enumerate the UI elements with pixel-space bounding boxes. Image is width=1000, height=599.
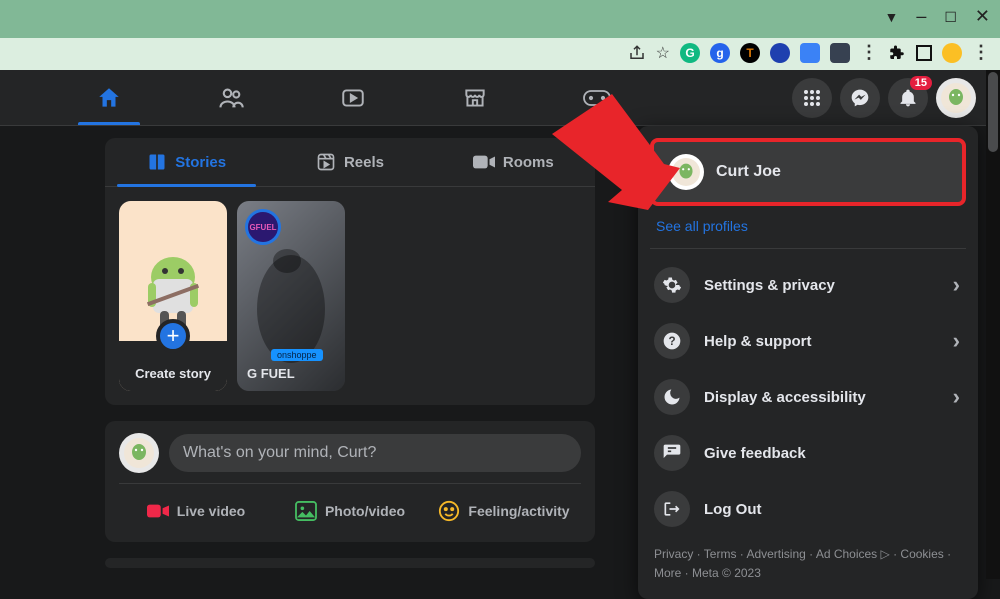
menu-item-label: Display & accessibility <box>704 389 866 406</box>
profile-card[interactable]: Curt Joe <box>650 138 966 206</box>
main-area: Stories Reels Rooms <box>0 126 1000 568</box>
feed-column: Stories Reels Rooms <box>105 138 595 568</box>
ext-t-icon[interactable]: T <box>740 43 760 63</box>
chevron-right-icon: › <box>953 384 960 410</box>
stories-card: Stories Reels Rooms <box>105 138 595 405</box>
ext-square-icon[interactable] <box>916 45 932 61</box>
scrollbar-thumb[interactable] <box>988 72 998 152</box>
story-tabs: Stories Reels Rooms <box>105 138 595 187</box>
stories-tab-label: Stories <box>175 154 226 171</box>
story-tag: onshoppe <box>271 349 323 361</box>
notifications-button[interactable]: 15 <box>888 78 928 118</box>
feeling-button[interactable]: Feeling/activity <box>427 492 581 530</box>
logout-item[interactable]: Log Out <box>650 481 966 537</box>
feedback-icon <box>654 435 690 471</box>
browser-toolbar: ☆ G g T ⋮ ⋮ <box>0 38 1000 70</box>
window-dropdown-icon[interactable]: ▼ <box>884 9 898 27</box>
browser-profile-avatar[interactable] <box>942 43 962 63</box>
tab-gaming[interactable] <box>566 70 628 125</box>
help-support-item[interactable]: ? Help & support › <box>650 313 966 369</box>
window-close-icon[interactable]: ✕ <box>975 6 990 27</box>
composer-card: What's on your mind, Curt? Live video Ph… <box>105 421 595 542</box>
rooms-tab-label: Rooms <box>503 154 554 171</box>
tab-watch[interactable] <box>322 70 384 125</box>
account-menu: Curt Joe See all profiles Settings & pri… <box>638 126 978 599</box>
star-icon[interactable]: ☆ <box>656 43 670 63</box>
display-accessibility-item[interactable]: Display & accessibility › <box>650 369 966 425</box>
menu-item-label: Help & support <box>704 333 812 350</box>
tab-friends[interactable] <box>200 70 262 125</box>
story-card-gfuel[interactable]: GFUEL onshoppe G FUEL <box>237 201 345 391</box>
see-all-profiles-link[interactable]: See all profiles <box>650 206 966 249</box>
footer-links: Privacy · Terms · Advertising · Ad Choic… <box>650 537 966 587</box>
menu-item-label: Log Out <box>704 501 761 518</box>
stories-row: + Create story GFUEL onshoppe G FUEL <box>105 187 595 405</box>
feeling-label: Feeling/activity <box>468 503 569 519</box>
photo-video-label: Photo/video <box>325 503 405 519</box>
footer-text[interactable]: Privacy · Terms · Advertising · Ad Choic… <box>654 547 951 580</box>
stories-tab[interactable]: Stories <box>105 138 268 186</box>
next-card-peek <box>105 558 595 568</box>
tab-home[interactable] <box>78 70 140 125</box>
live-video-label: Live video <box>177 503 245 519</box>
browser-extensions: ☆ G g T ⋮ ⋮ <box>628 42 990 63</box>
chevron-right-icon: › <box>953 328 960 354</box>
ext-grammarly-icon[interactable]: G <box>680 43 700 63</box>
ext-blue-icon[interactable] <box>800 43 820 63</box>
tab-marketplace[interactable] <box>444 70 506 125</box>
composer-avatar[interactable] <box>119 433 159 473</box>
reels-tab[interactable]: Reels <box>268 138 431 186</box>
rooms-tab[interactable]: Rooms <box>432 138 595 186</box>
moon-icon <box>654 379 690 415</box>
svg-text:?: ? <box>668 335 675 348</box>
notification-badge: 15 <box>910 76 932 90</box>
settings-privacy-item[interactable]: Settings & privacy › <box>650 257 966 313</box>
composer-placeholder: What's on your mind, Curt? <box>183 444 376 461</box>
ext-more-icon[interactable]: ⋮ <box>860 42 878 63</box>
messenger-button[interactable] <box>840 78 880 118</box>
give-feedback-item[interactable]: Give feedback <box>650 425 966 481</box>
ext-grid-icon[interactable] <box>830 43 850 63</box>
menu-item-label: Give feedback <box>704 445 806 462</box>
window-minimize-icon[interactable]: – <box>916 6 926 27</box>
help-icon: ? <box>654 323 690 359</box>
window-controls: ▼ – ☐ ✕ <box>884 6 990 27</box>
browser-menu-icon[interactable]: ⋮ <box>972 42 990 63</box>
create-story-label: Create story <box>119 366 227 381</box>
header-actions: 15 <box>792 78 976 118</box>
live-video-button[interactable]: Live video <box>119 492 273 530</box>
menu-grid-button[interactable] <box>792 78 832 118</box>
composer-actions: Live video Photo/video Feeling/activity <box>119 483 581 530</box>
window-maximize-icon[interactable]: ☐ <box>944 9 957 27</box>
share-icon[interactable] <box>628 44 646 62</box>
ext-puzzle-icon[interactable] <box>888 44 906 62</box>
menu-item-label: Settings & privacy <box>704 277 835 294</box>
nav-tabs <box>78 70 628 125</box>
app-header: 15 <box>0 70 1000 126</box>
create-story-plus-icon: + <box>156 319 190 353</box>
reels-tab-label: Reels <box>344 154 384 171</box>
profile-avatar-button[interactable] <box>936 78 976 118</box>
gear-icon <box>654 267 690 303</box>
ext-g-icon[interactable]: g <box>710 43 730 63</box>
story-avatar-icon: GFUEL <box>245 209 281 245</box>
composer-input[interactable]: What's on your mind, Curt? <box>169 434 581 472</box>
story-label: G FUEL <box>237 366 345 381</box>
profile-card-name: Curt Joe <box>716 163 781 181</box>
ext-globe-icon[interactable] <box>770 43 790 63</box>
chevron-right-icon: › <box>953 272 960 298</box>
photo-video-button[interactable]: Photo/video <box>273 492 427 530</box>
browser-title-bar: ▼ – ☐ ✕ <box>0 0 1000 38</box>
create-story-card[interactable]: + Create story <box>119 201 227 391</box>
profile-card-avatar <box>668 154 704 190</box>
logout-icon <box>654 491 690 527</box>
